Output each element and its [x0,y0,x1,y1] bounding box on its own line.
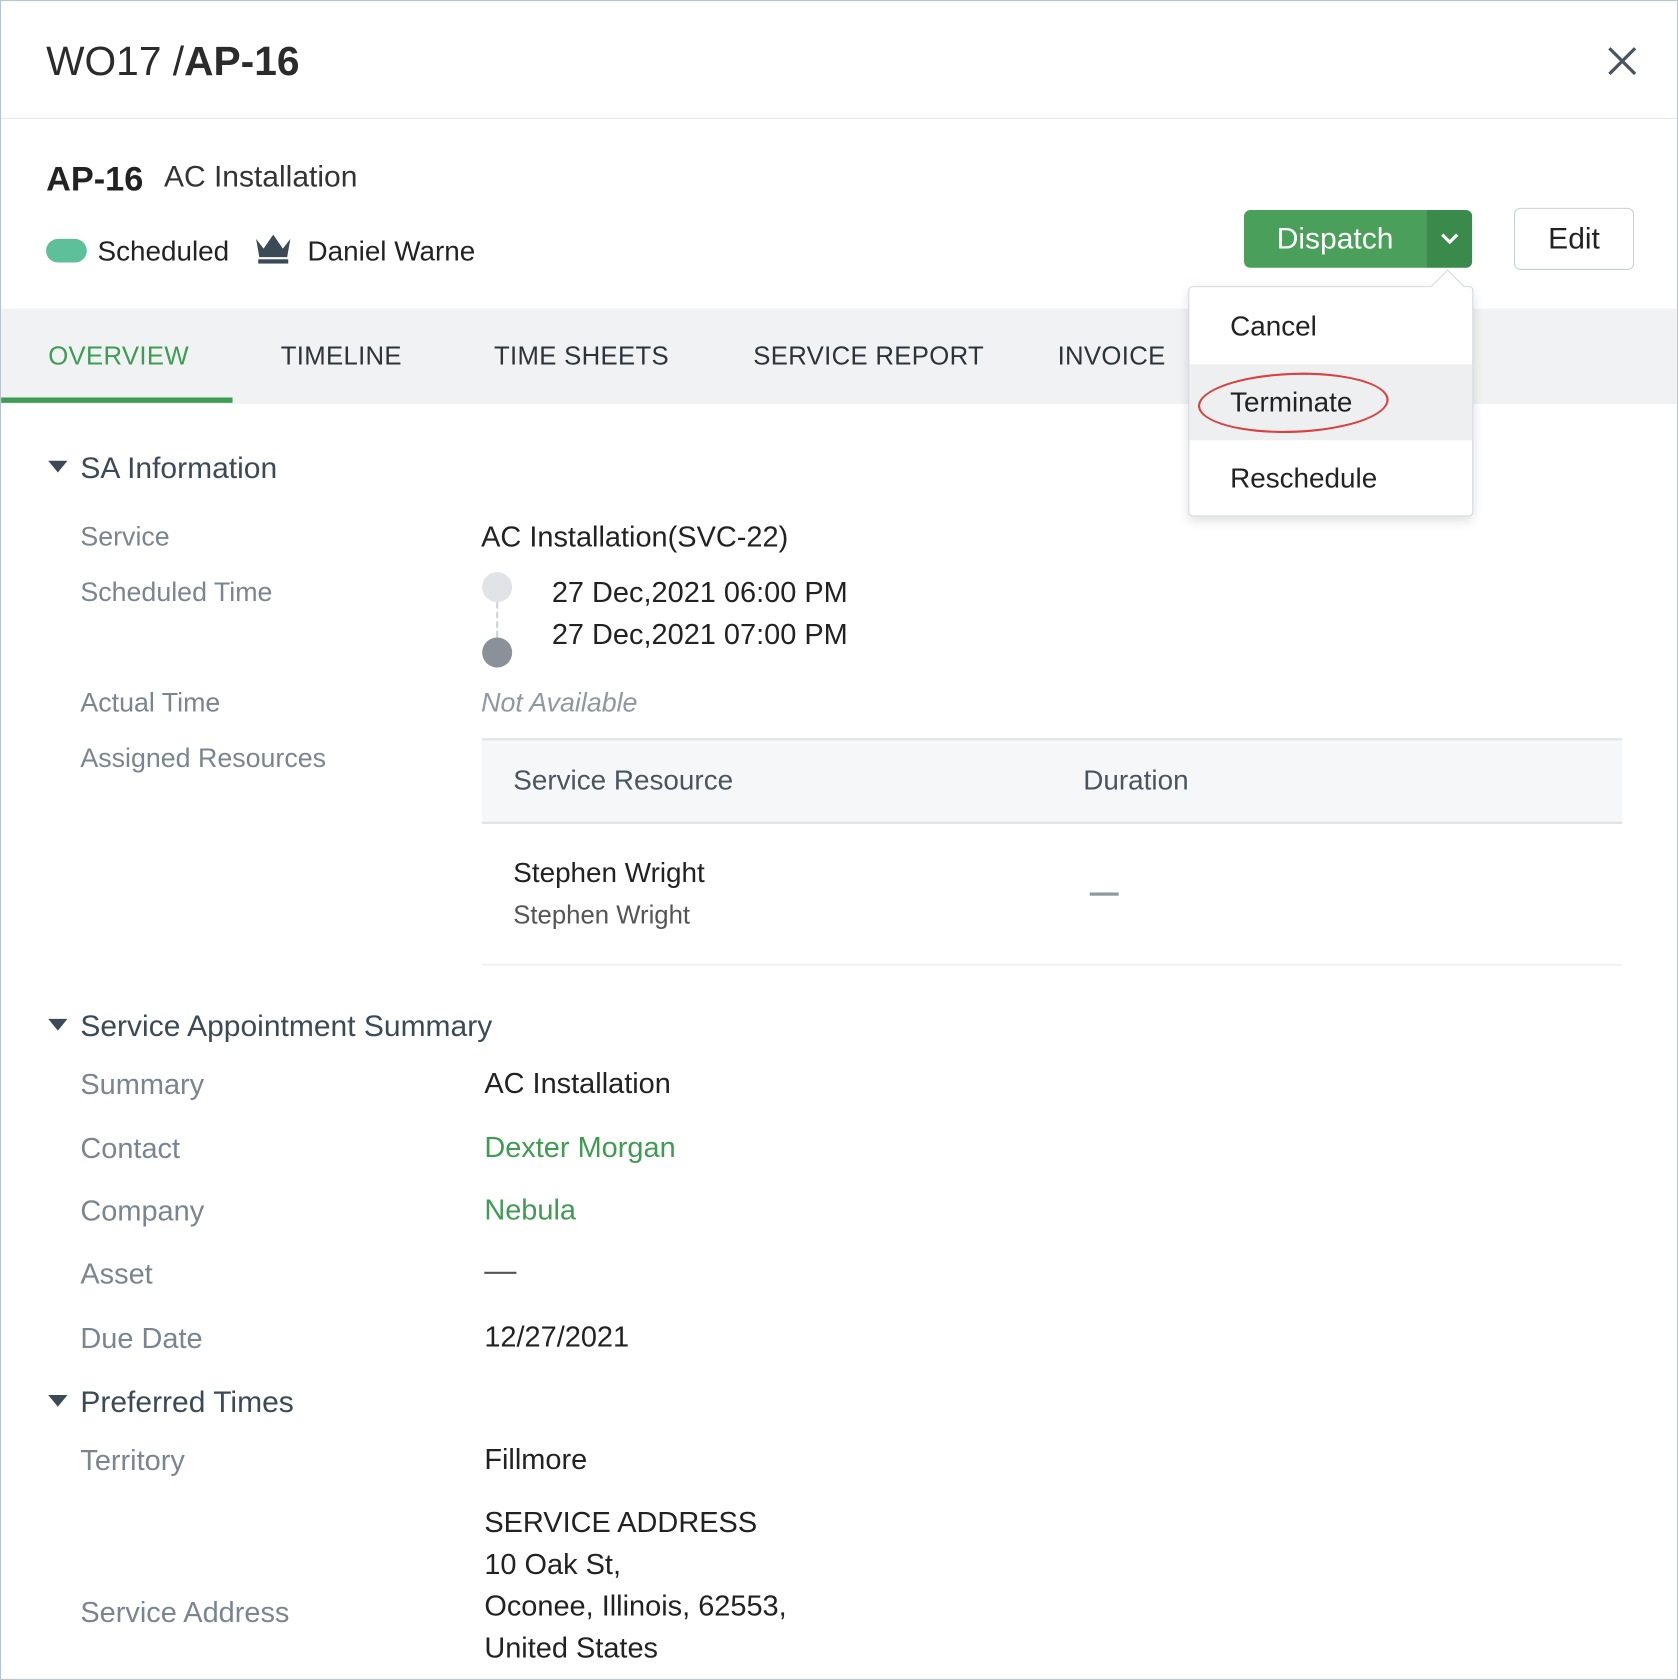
due-date-value: 12/27/2021 [484,1321,630,1354]
tab-timeline[interactable]: TIMELINE [281,309,402,404]
dispatch-button-group: Dispatch [1244,209,1473,268]
section-title: Preferred Times [80,1385,294,1419]
resource-subtitle: Stephen Wright [513,901,691,930]
scheduled-start: 27 Dec,2021 06:00 PM [551,576,848,609]
page-title: WO17 /AP-16 [46,40,299,86]
service-address-label: Service Address [80,1596,290,1629]
section-appointment-summary[interactable]: Service Appointment Summary [48,1009,492,1043]
chevron-down-icon [1440,233,1458,245]
actual-time-label: Actual Time [80,687,221,718]
start-time-dot [482,572,513,603]
menu-item-cancel[interactable]: Cancel [1189,288,1472,364]
section-preferred-times[interactable]: Preferred Times [48,1385,294,1419]
address-line: United States [484,1631,659,1664]
tab-time-sheets[interactable]: TIME SHEETS [494,309,669,404]
scheduled-time-label: Scheduled Time [80,577,273,608]
status-label: Scheduled [97,234,230,267]
caret-down-icon [48,460,68,473]
table-row: Stephen Wright Stephen Wright [482,824,1623,966]
contact-label: Contact [80,1132,181,1165]
record-name: AC Installation [163,159,358,193]
address-line: SERVICE ADDRESS [484,1506,758,1539]
section-title: Service Appointment Summary [80,1009,493,1043]
service-label: Service [80,521,170,552]
actual-time-value: Not Available [481,687,638,718]
dispatch-button[interactable]: Dispatch [1244,209,1427,268]
company-link[interactable]: Nebula [484,1194,576,1227]
summary-value: AC Installation [484,1067,671,1100]
column-duration: Duration [1083,763,1189,797]
owner-name[interactable]: Daniel Warne [308,235,476,268]
scheduled-end: 27 Dec,2021 07:00 PM [551,618,848,651]
duration-empty [1089,892,1119,896]
table-header: Service Resource Duration [482,738,1623,824]
panel-header: WO17 /AP-16 [1,1,1677,119]
close-icon [1608,47,1637,76]
work-order-breadcrumb[interactable]: WO17 / [46,40,184,85]
caret-down-icon [48,1395,68,1407]
company-label: Company [80,1194,205,1227]
tab-overview[interactable]: OVERVIEW [48,309,189,404]
resource-name[interactable]: Stephen Wright [513,856,705,889]
territory-label: Territory [80,1444,185,1477]
contact-link[interactable]: Dexter Morgan [484,1131,675,1164]
dispatch-dropdown-menu: Cancel Terminate Reschedule [1188,269,1474,517]
due-date-label: Due Date [80,1322,203,1355]
menu-item-terminate[interactable]: Terminate [1189,364,1473,441]
section-title: SA Information [80,451,278,485]
asset-label: Asset [80,1257,153,1290]
status-badge [46,238,87,263]
territory-value: Fillmore [484,1443,588,1476]
address-line: 10 Oak St, [484,1548,622,1581]
dispatch-menu-toggle[interactable] [1426,209,1473,268]
edit-button[interactable]: Edit [1514,207,1635,270]
section-sa-information[interactable]: SA Information [48,451,277,485]
close-button[interactable] [1601,40,1644,83]
column-service-resource: Service Resource [513,763,734,797]
asset-empty [484,1271,517,1274]
resources-table: Service Resource Duration Stephen Wright… [482,738,1623,966]
end-time-dot [482,637,513,668]
service-appointment-panel: WO17 /AP-16 AP-16 AC Installation Schedu… [0,0,1678,1680]
appointment-id-title: AP-16 [184,39,300,85]
active-tab-indicator [1,397,233,403]
tab-service-report[interactable]: SERVICE REPORT [753,309,984,404]
address-line: Oconee, Illinois, 62553, [484,1589,787,1623]
tab-invoice[interactable]: INVOICE [1058,309,1166,404]
crown-icon [256,234,291,264]
caret-down-icon [48,1019,68,1031]
timeline-connector [496,602,499,638]
assigned-resources-label: Assigned Resources [80,743,327,774]
menu-item-reschedule[interactable]: Reschedule [1189,440,1472,516]
highlight-ring [1196,369,1390,437]
service-value: AC Installation(SVC-22) [481,520,789,553]
summary-label: Summary [80,1068,205,1101]
record-id: AP-16 [46,159,144,199]
